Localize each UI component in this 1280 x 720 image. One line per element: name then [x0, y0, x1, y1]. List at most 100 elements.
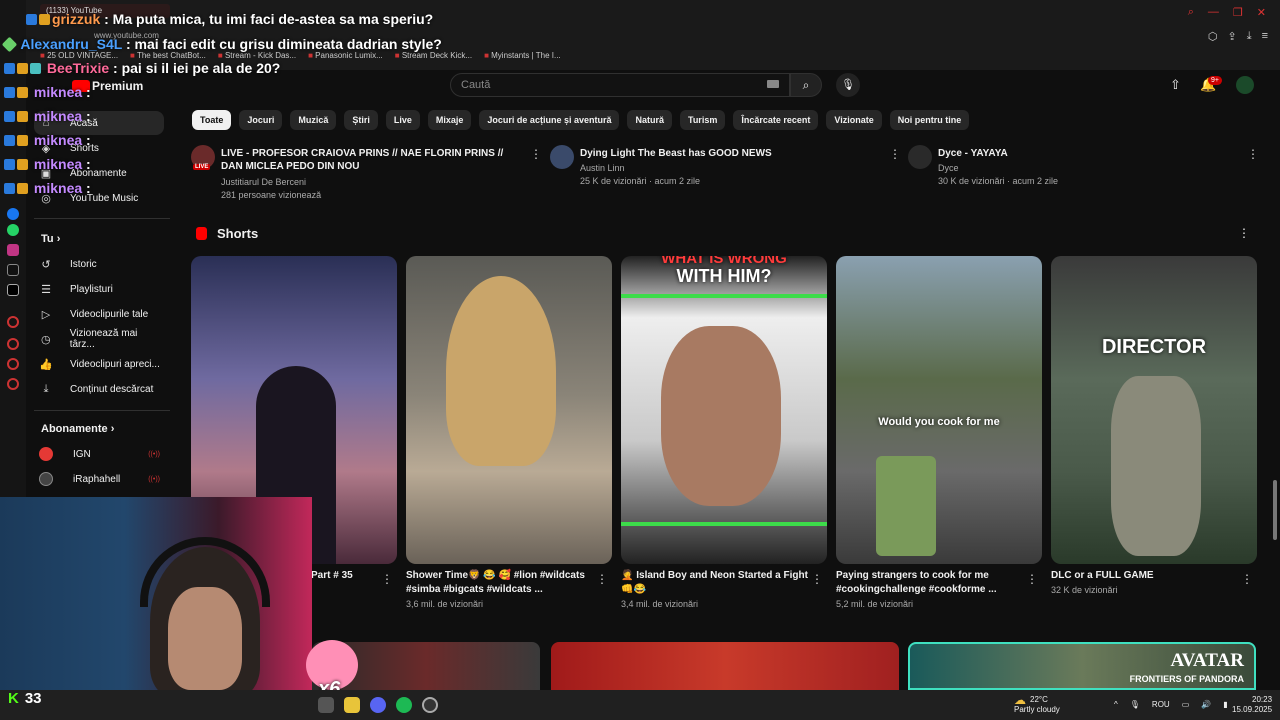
chevron-up-icon[interactable]: ^	[1114, 700, 1118, 709]
messenger-icon[interactable]	[7, 208, 19, 220]
sidebar-item-history[interactable]: ↺ Istoric	[34, 252, 164, 276]
app-icon[interactable]	[318, 697, 334, 713]
chip[interactable]: Noi pentru tine	[889, 110, 970, 130]
sidebar-item-watch-later[interactable]: ◷ Vizionează mai târz...	[34, 327, 164, 351]
search-button[interactable]: ⌕	[790, 73, 822, 97]
battery-icon[interactable]: ▮	[1223, 700, 1227, 709]
tiktok-icon[interactable]	[7, 264, 19, 276]
short-thumbnail[interactable]	[406, 256, 612, 564]
chip[interactable]: Mixaje	[427, 110, 472, 130]
short-thumbnail[interactable]: DIRECTOR	[1051, 256, 1257, 564]
scrollbar[interactable]	[1273, 480, 1277, 540]
voice-search-button[interactable]: 🎙	[836, 73, 860, 97]
chip[interactable]: Live	[385, 110, 420, 130]
mic-icon[interactable]: 🎙	[1130, 700, 1140, 709]
short-thumbnail[interactable]: Would you cook for me	[836, 256, 1042, 564]
x-icon[interactable]	[7, 284, 19, 296]
avatar[interactable]	[1236, 76, 1254, 94]
short-thumbnail[interactable]: WHAT IS WRONG WITH HIM?	[621, 256, 827, 564]
more-options-icon[interactable]: ⋮	[1247, 147, 1259, 161]
search-input[interactable]: Caută	[450, 73, 790, 97]
weather-widget[interactable]: ☁ 22°C Partly cloudy	[1014, 694, 1060, 715]
badge-icon	[17, 183, 28, 194]
chip[interactable]: Încărcate recent	[733, 110, 819, 130]
video-title[interactable]: LIVE - PROFESOR CRAIOVA PRINS // NAE FLO…	[221, 147, 521, 173]
short-title[interactable]: Shower Time🦁 😂 🥰 #lion #wildcats #simba …	[406, 569, 596, 597]
chip[interactable]: Muzică	[290, 110, 337, 130]
close-icon[interactable]: ✕	[1257, 6, 1266, 19]
volume-icon[interactable]: 🔊	[1201, 700, 1211, 709]
chip[interactable]: Știri	[344, 110, 378, 130]
short-title[interactable]: 🤦 Island Boy and Neon Started a Fight 👊😂	[621, 569, 811, 597]
figure-shape	[1111, 376, 1201, 556]
app-icon[interactable]	[7, 378, 19, 390]
video-thumbnail[interactable]: AVATAR FRONTIERS OF PANDORA	[908, 642, 1256, 690]
app-icon[interactable]	[422, 697, 438, 713]
sidebar-item-your-videos[interactable]: ▷ Videoclipurile tale	[34, 302, 164, 326]
chip[interactable]: Jocuri de acțiune și aventură	[479, 110, 620, 130]
sidebar-sub-iraphahell[interactable]: iRaphahell ((•))	[34, 467, 164, 491]
channel-name[interactable]: Dyce	[938, 163, 959, 173]
clock[interactable]: 20:23 15.09.2025	[1232, 695, 1272, 715]
chip[interactable]: Natură	[627, 110, 672, 130]
app-icon[interactable]	[7, 358, 19, 370]
chip[interactable]: Vizionate	[826, 110, 882, 130]
playlist-icon: ☰	[41, 283, 51, 296]
chip[interactable]: Turism	[679, 110, 726, 130]
menu-icon[interactable]: ≡	[1262, 30, 1268, 43]
download-icon[interactable]: ⤓	[1247, 30, 1252, 43]
more-options-icon[interactable]: ⋮	[811, 572, 823, 586]
spotify-icon[interactable]	[396, 697, 412, 713]
video-thumbnail[interactable]	[551, 642, 899, 690]
sidebar-section-subscriptions[interactable]: Abonamente ›	[41, 423, 114, 435]
sidebar-item-liked[interactable]: 👍 Videoclipuri apreci...	[34, 352, 164, 376]
chip[interactable]: Toate	[192, 110, 232, 130]
chip[interactable]: Jocuri	[239, 110, 283, 130]
bookmark-item[interactable]: Stream Deck Kick...	[395, 51, 472, 60]
short-title[interactable]: Part # 35	[311, 569, 381, 583]
more-options-icon[interactable]: ⋮	[381, 572, 393, 586]
share-icon[interactable]: ⇪	[1227, 30, 1236, 43]
video-title[interactable]: Dyce - YAYAYA	[938, 147, 1238, 160]
more-options-icon[interactable]: ⋮	[1238, 226, 1250, 240]
file-explorer-icon[interactable]	[344, 697, 360, 713]
keyboard-icon[interactable]	[767, 80, 779, 88]
extensions-icon[interactable]: ⬡	[1208, 30, 1218, 43]
upload-icon[interactable]: ⇧	[1170, 77, 1181, 93]
whatsapp-icon[interactable]	[7, 224, 19, 236]
more-options-icon[interactable]: ⋮	[889, 147, 901, 161]
bookmark-item[interactable]: Panasonic Lumix...	[308, 51, 383, 60]
more-options-icon[interactable]: ⋮	[1026, 572, 1038, 586]
network-icon[interactable]: ▭	[1182, 700, 1190, 709]
bookmark-item[interactable]: Myinstants | The I...	[484, 51, 561, 60]
badge-icon	[1, 36, 18, 53]
channel-avatar[interactable]	[908, 145, 932, 169]
more-options-icon[interactable]: ⋮	[1241, 572, 1253, 586]
sidebar-sub-ign[interactable]: IGN ((•))	[34, 442, 164, 466]
minimize-icon[interactable]: —	[1208, 6, 1219, 19]
sidebar-item-downloads[interactable]: ⤓ Conținut descărcat	[34, 377, 164, 401]
channel-name[interactable]: Austin Linn	[580, 163, 625, 173]
sidebar-section-you[interactable]: Tu ›	[41, 233, 60, 245]
video-title[interactable]: Dying Light The Beast has GOOD NEWS	[580, 147, 880, 160]
channel-avatar[interactable]	[550, 145, 574, 169]
bookmark-item[interactable]: Stream - Kick Das...	[218, 51, 296, 60]
bookmark-item[interactable]: The best ChatBot...	[130, 51, 206, 60]
app-icon[interactable]	[7, 316, 19, 328]
search-icon[interactable]: ⌕	[1188, 6, 1194, 19]
short-title[interactable]: DLC or a FULL GAME	[1051, 569, 1241, 583]
sidebar-item-playlists[interactable]: ☰ Playlisturi	[34, 277, 164, 301]
language-indicator[interactable]: ROU	[1152, 700, 1170, 709]
video-stats: 30 K de vizionări · acum 2 zile	[938, 176, 1059, 186]
instagram-icon[interactable]	[7, 244, 19, 256]
discord-icon[interactable]	[370, 697, 386, 713]
restore-icon[interactable]: ❐	[1233, 6, 1243, 19]
bookmark-item[interactable]: 25 OLD VINTAGE...	[40, 51, 118, 60]
app-icon[interactable]	[7, 338, 19, 350]
channel-name[interactable]: Justitiarul De Berceni	[221, 177, 306, 187]
more-options-icon[interactable]: ⋮	[596, 572, 608, 586]
notification-badge: 9+	[1208, 76, 1222, 85]
short-title[interactable]: Paying strangers to cook for me #cooking…	[836, 569, 1026, 597]
chat-username: grizzuk	[52, 11, 101, 27]
more-options-icon[interactable]: ⋮	[530, 147, 542, 161]
